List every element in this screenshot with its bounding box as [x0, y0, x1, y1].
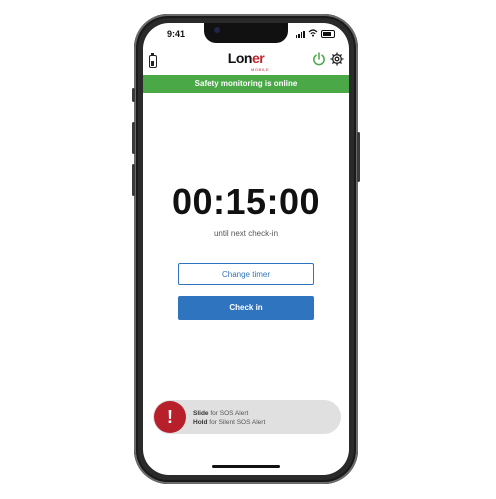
sos-slide-word: Slide [193, 410, 209, 417]
camera [214, 27, 220, 33]
logo-text-a: Lon [227, 50, 253, 66]
battery-icon [321, 30, 335, 38]
power-icon[interactable] [311, 51, 327, 67]
app-header: Loner MOBILE [143, 45, 349, 75]
side-button-mute [132, 88, 135, 102]
timer-caption: until next check-in [213, 229, 279, 238]
sos-slide-rest: for SOS Alert [208, 410, 249, 417]
sos-hold-line: Hold for Silent SOS Alert [193, 418, 265, 427]
side-button-volume-up [132, 122, 135, 154]
sos-slide-line: Slide for SOS Alert [193, 409, 265, 418]
sos-slider-handle[interactable]: ! [154, 401, 186, 433]
side-button-power [357, 132, 360, 182]
monitoring-status-banner: Safety monitoring is online [143, 75, 349, 93]
side-button-volume-down [132, 164, 135, 196]
check-in-button[interactable]: Check in [178, 296, 314, 320]
gear-icon[interactable] [329, 51, 345, 67]
status-icons [295, 29, 335, 39]
sos-instructions: Slide for SOS Alert Hold for Silent SOS … [193, 409, 265, 427]
sos-slider[interactable]: ! Slide for SOS Alert Hold for Silent SO… [153, 400, 341, 434]
change-timer-button[interactable]: Change timer [178, 263, 314, 285]
sos-hold-rest: for Silent SOS Alert [207, 419, 266, 426]
countdown-timer: 00:15:00 [171, 181, 321, 222]
exclamation-icon: ! [167, 407, 173, 427]
notch [204, 23, 288, 43]
wifi-icon [308, 29, 318, 39]
logo-subtext: MOBILE [251, 67, 270, 72]
logo-text-b: er [251, 50, 265, 66]
status-time: 9:41 [167, 29, 186, 39]
signal-icon [295, 30, 305, 38]
sos-hold-word: Hold [193, 419, 208, 426]
home-indicator[interactable] [212, 465, 280, 468]
phone-screen: 9:41 Loner MOBILE Safety monitoring is o… [143, 23, 349, 475]
